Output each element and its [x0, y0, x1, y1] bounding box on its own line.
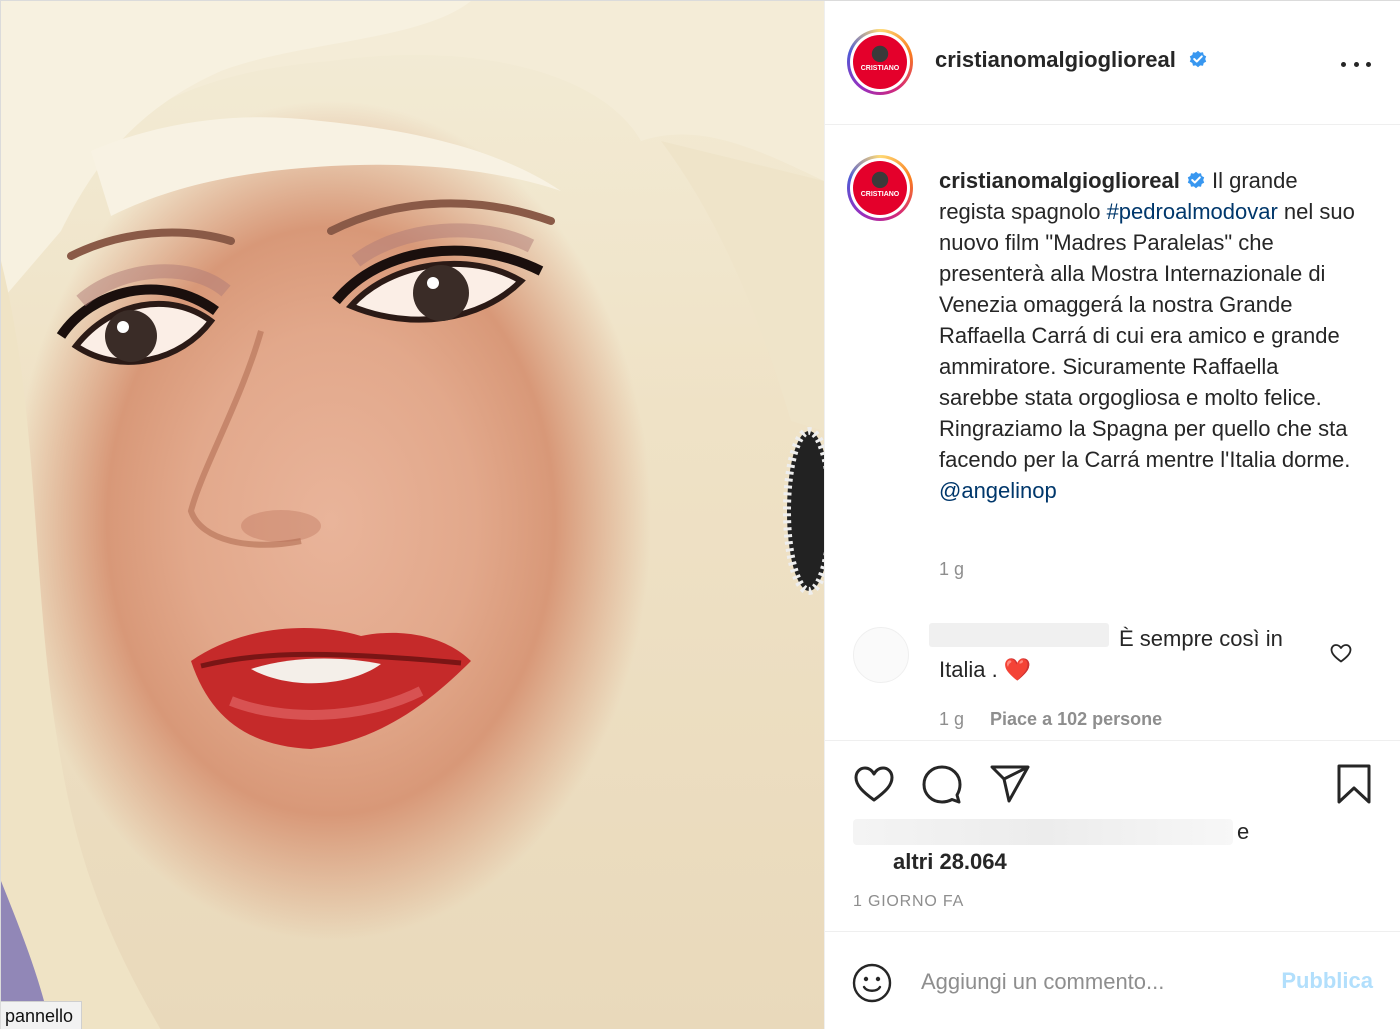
share-button[interactable] — [987, 761, 1033, 807]
comment-button[interactable] — [919, 761, 965, 807]
dot — [1353, 61, 1359, 67]
publish-button[interactable]: Pubblica — [1281, 968, 1373, 994]
dot — [1366, 61, 1371, 67]
verified-badge-icon — [1187, 171, 1205, 189]
avatar-ring: CRISTIANO — [850, 158, 910, 218]
likes-others-link[interactable]: altri 28.064 — [893, 849, 1007, 875]
save-button[interactable] — [1331, 761, 1377, 807]
commenter-avatar[interactable] — [853, 627, 909, 683]
comments-area[interactable]: CRISTIANO cristianomalgioglioreal Il gra… — [825, 125, 1400, 740]
avatar-image: CRISTIANO — [853, 35, 907, 89]
post-photo[interactable]: pannello — [1, 1, 824, 1029]
comment-text: È sempre così in Italia . ❤️ — [939, 626, 1283, 682]
comment-like-heart-icon[interactable] — [1329, 641, 1353, 665]
post-caption: cristianomalgioglioreal Il grande regist… — [939, 165, 1359, 506]
instagram-post-window: pannello CRISTIANO cristianomalgiogliore… — [0, 0, 1400, 1029]
avatar-text: CRISTIANO — [860, 191, 900, 198]
likers-redacted — [853, 819, 1233, 845]
caption-username[interactable]: cristianomalgioglioreal — [939, 168, 1180, 193]
more-options-icon[interactable] — [1341, 49, 1371, 79]
comment-time[interactable]: 1 g — [939, 709, 964, 729]
comment-meta: 1 g Piace a 102 persone — [939, 709, 1162, 730]
avatar-ring: CRISTIANO — [850, 32, 910, 92]
post-date[interactable]: 1 GIORNO FA — [853, 893, 964, 911]
add-comment-bar: Pubblica — [825, 931, 1400, 1029]
photo-corner-label: pannello — [1, 1001, 83, 1029]
author-avatar[interactable]: CRISTIANO — [847, 29, 913, 95]
caption-author-avatar[interactable]: CRISTIANO — [847, 155, 913, 221]
emoji-icon[interactable] — [851, 962, 893, 1004]
post-header: CRISTIANO cristianomalgioglioreal — [825, 1, 1400, 125]
comment-likes[interactable]: Piace a 102 persone — [990, 709, 1162, 729]
like-button[interactable] — [851, 761, 897, 807]
likes-connector: e — [1237, 819, 1250, 844]
paper-plane-icon — [990, 765, 1030, 803]
verified-badge-icon — [1189, 50, 1207, 68]
bookmark-icon — [1337, 764, 1371, 804]
avatar-text: CRISTIANO — [860, 65, 900, 72]
dot — [1341, 61, 1346, 67]
portrait-illustration — [1, 1, 824, 1029]
likes-summary: e altri 28.064 — [825, 813, 1400, 883]
post-side-panel: CRISTIANO cristianomalgioglioreal CRISTI… — [824, 1, 1400, 1029]
author-username[interactable]: cristianomalgioglioreal — [935, 47, 1208, 73]
heart-icon — [854, 766, 894, 802]
caption-time[interactable]: 1 g — [939, 559, 964, 580]
mention-link[interactable]: @angelinop — [939, 478, 1057, 503]
avatar-image: CRISTIANO — [853, 161, 907, 215]
comment-icon — [922, 765, 962, 804]
caption-text-part: nel suo nuovo film "Madres Paralelas" ch… — [939, 199, 1355, 472]
author-username-text[interactable]: cristianomalgioglioreal — [935, 47, 1176, 72]
hashtag-link[interactable]: #pedroalmodovar — [1107, 199, 1278, 224]
comment-input[interactable] — [921, 960, 1251, 1004]
